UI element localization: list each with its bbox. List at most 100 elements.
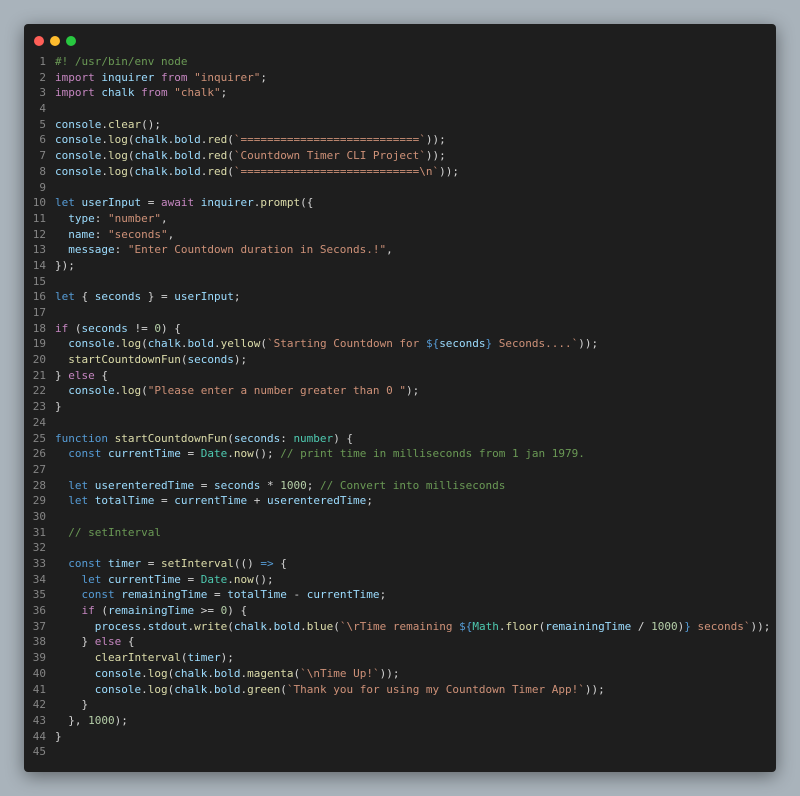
code-token: seconds`	[690, 619, 751, 633]
line-content: } else {	[55, 634, 135, 650]
code-token: seconds	[94, 290, 142, 304]
code-line: 38 } else {	[24, 634, 776, 650]
code-token: (	[74, 321, 82, 335]
line-number: 26	[32, 447, 46, 461]
line-content: }	[55, 399, 62, 415]
code-token: if	[55, 321, 75, 335]
code-token: chalk	[233, 619, 267, 633]
code-token: Date	[200, 447, 228, 461]
code-token: `Thank you for using my Countdown Timer …	[286, 682, 585, 696]
code-line: 22 console.log("Please enter a number gr…	[24, 383, 776, 399]
line-content: }	[55, 729, 62, 745]
code-token: *	[260, 478, 281, 492]
line-content: let userenteredTime = seconds * 1000; //…	[55, 478, 505, 494]
code-token: (	[227, 164, 234, 178]
code-token: );	[114, 713, 128, 727]
code-token: .	[227, 572, 234, 586]
code-token: ({	[300, 196, 314, 210]
code-token: userenteredTime	[266, 494, 367, 508]
code-token: else	[68, 368, 95, 382]
line-content: name: "seconds",	[55, 227, 174, 243]
code-line: 41 console.log(chalk.bold.green(`Thank y…	[24, 682, 776, 698]
code-line: 13 message: "Enter Countdown duration in…	[24, 242, 776, 258]
code-token: seconds	[439, 337, 486, 351]
code-token: green	[247, 682, 281, 696]
code-token: ;	[220, 86, 228, 100]
code-token: else	[94, 635, 122, 649]
code-token: from	[154, 70, 195, 84]
code-editor[interactable]: 1 #! /usr/bin/env node 2 import inquirer fr…	[24, 54, 776, 760]
code-token: let	[68, 478, 95, 492]
code-line: 25 function startCountdownFun(seconds: nu…	[24, 431, 776, 447]
code-token: {	[121, 635, 135, 649]
code-token: !=	[127, 321, 155, 335]
code-token: }	[55, 729, 62, 743]
code-token: ));	[425, 133, 446, 147]
code-token: Math	[472, 619, 499, 633]
code-token: userInput	[174, 290, 234, 304]
code-token: write	[194, 619, 228, 633]
line-number: 41	[32, 682, 46, 696]
code-line: 34 let currentTime = Date.now();	[24, 572, 776, 588]
code-token: type	[55, 211, 95, 225]
code-token: (	[227, 431, 234, 445]
code-token: 1000	[88, 713, 115, 727]
line-content: function startCountdownFun(seconds: numb…	[55, 431, 353, 447]
code-token: :	[94, 211, 108, 225]
code-line: 28 let userenteredTime = seconds * 1000;…	[24, 478, 776, 494]
line-number: 37	[32, 619, 46, 633]
code-window: 1 #! /usr/bin/env node 2 import inquirer fr…	[24, 24, 776, 772]
code-token: currentTime	[108, 572, 181, 586]
close-button[interactable]	[34, 36, 44, 46]
line-content: let totalTime = currentTime + userentere…	[55, 493, 373, 509]
line-number: 22	[32, 384, 46, 398]
line-content: });	[55, 258, 75, 274]
code-token: const	[68, 447, 108, 461]
code-line: 45	[24, 744, 776, 760]
code-token: `Countdown Timer CLI Project`	[233, 149, 426, 163]
code-token: }	[55, 400, 62, 414]
line-content: console.log(chalk.bold.green(`Thank you …	[55, 682, 605, 698]
code-token: log	[147, 682, 168, 696]
code-token: bold	[273, 619, 301, 633]
code-token: import	[55, 86, 102, 100]
line-content: import inquirer from "inquirer";	[55, 70, 267, 86]
code-token: bold	[174, 149, 201, 163]
code-token: (	[141, 384, 148, 398]
line-number: 32	[32, 541, 46, 555]
code-token: process	[94, 619, 142, 633]
code-token: ${	[425, 337, 440, 351]
code-line: 3 import chalk from "chalk";	[24, 85, 776, 101]
line-number: 8	[39, 164, 46, 178]
line-number: 14	[32, 258, 46, 272]
code-token: chalk	[174, 682, 208, 696]
line-number: 27	[32, 462, 46, 476]
code-line: 12 name: "seconds",	[24, 227, 776, 243]
maximize-button[interactable]	[66, 36, 76, 46]
code-token: console	[94, 682, 142, 696]
code-line: 29 let totalTime = currentTime + userent…	[24, 493, 776, 509]
code-token: ${	[459, 619, 473, 633]
code-token: inquirer	[101, 70, 155, 84]
code-token: currentTime	[174, 494, 248, 508]
code-token: bold	[174, 133, 201, 147]
code-token: .	[266, 619, 274, 633]
code-token: .	[227, 447, 234, 461]
window-titlebar	[24, 24, 776, 54]
code-line: 4	[24, 101, 776, 117]
code-token: let	[55, 196, 82, 210]
code-token: +	[247, 494, 267, 508]
code-token: 1000	[651, 619, 678, 633]
code-line: 15	[24, 274, 776, 290]
code-token: (	[333, 619, 340, 633]
code-token: });	[55, 258, 75, 272]
code-token: =	[141, 196, 161, 210]
code-token: .	[141, 619, 148, 633]
line-number: 42	[32, 698, 46, 712]
code-token: inquirer	[200, 196, 254, 210]
code-token: ();	[253, 447, 281, 461]
line-number: 21	[32, 368, 46, 382]
minimize-button[interactable]	[50, 36, 60, 46]
